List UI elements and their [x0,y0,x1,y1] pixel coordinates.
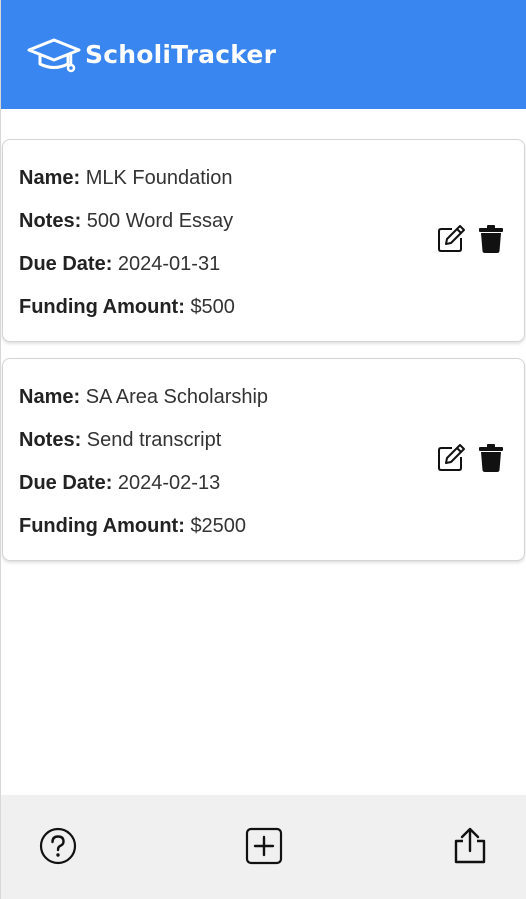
card-actions [436,443,506,473]
scholarship-list: Name: MLK Foundation Notes: 500 Word Ess… [1,139,526,577]
due-date-label: Due Date: [19,253,118,275]
app-header: ScholiTracker [1,0,526,109]
notes-label: Notes: [19,210,87,232]
scholarship-due-date-row: Due Date: 2024-02-13 [19,469,524,512]
add-button[interactable] [245,827,283,865]
scholarship-due-date: 2024-01-31 [117,253,221,275]
funding-amount-label: Funding Amount: [19,515,191,537]
edit-icon [438,225,465,252]
delete-button[interactable] [476,443,506,473]
scholarship-name-row: Name: MLK Foundation [19,164,524,207]
due-date-label: Due Date: [19,472,118,494]
share-icon [454,827,486,864]
name-label: Name: [19,167,86,189]
add-icon [245,827,283,865]
edit-button[interactable] [436,224,466,254]
scholarship-name: SA Area Scholarship [85,386,269,408]
scholarship-due-date: 2024-02-13 [117,472,221,494]
scholarship-funding-row: Funding Amount: $2500 [19,512,524,555]
app-window: ScholiTracker Name: MLK Foundation Notes… [0,0,526,899]
scholarship-name-row: Name: SA Area Scholarship [19,383,524,426]
scholarship-funding-amount: $2500 [190,515,247,537]
share-button[interactable] [451,827,489,865]
scholarship-funding-row: Funding Amount: $500 [19,293,524,336]
name-label: Name: [19,386,86,408]
delete-button[interactable] [476,224,506,254]
app-title: ScholiTracker [85,40,277,69]
scholarship-name: MLK Foundation [85,167,233,189]
notes-label: Notes: [19,429,87,451]
trash-icon [479,225,503,253]
scholarship-notes: 500 Word Essay [86,210,234,232]
funding-amount-label: Funding Amount: [19,296,191,318]
scholarship-card: Name: SA Area Scholarship Notes: Send tr… [2,358,525,561]
graduation-cap-icon [27,37,81,73]
scholarship-card: Name: MLK Foundation Notes: 500 Word Ess… [2,139,525,342]
edit-icon [438,444,465,471]
scholarship-due-date-row: Due Date: 2024-01-31 [19,250,524,293]
help-button[interactable] [39,827,77,865]
bottom-toolbar [1,795,526,899]
card-actions [436,224,506,254]
trash-icon [479,444,503,472]
help-icon [39,827,77,865]
edit-button[interactable] [436,443,466,473]
scholarship-notes: Send transcript [86,429,222,451]
scholarship-funding-amount: $500 [190,296,235,318]
